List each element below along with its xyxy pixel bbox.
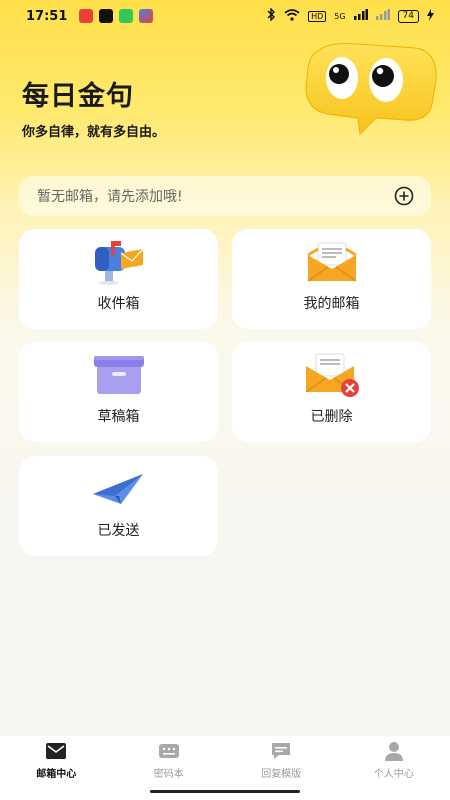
envelope-delete-icon (304, 350, 360, 398)
status-notification-icons (79, 9, 154, 23)
app-notification-icon (79, 9, 94, 23)
tab-profile[interactable]: 个人中心 (338, 736, 450, 784)
card-label: 已删除 (310, 409, 353, 425)
add-mailbox-bar[interactable]: 暂无邮箱，请先添加哦! (19, 176, 431, 216)
charging-icon (427, 8, 434, 24)
battery-indicator: 74 (397, 9, 419, 23)
drafts-card[interactable]: 草稿箱 (19, 342, 218, 442)
deleted-card[interactable]: 已删除 (232, 342, 431, 442)
tab-reply-template[interactable]: 回复模版 (225, 736, 338, 784)
card-label: 已发送 (97, 523, 140, 539)
status-system-icons: HD 5G 74 (267, 7, 434, 24)
paper-plane-icon (91, 464, 147, 512)
app-notification-icon (119, 9, 134, 23)
cell-signal-icon (353, 9, 368, 23)
reply-template-icon (272, 742, 291, 759)
wifi-icon (284, 8, 300, 24)
password-book-icon (158, 743, 179, 758)
status-time: 17:51 (26, 8, 68, 24)
bottom-tab-bar: 邮箱中心 密码本 回复模版 个人中心 (0, 736, 450, 784)
tab-label: 邮箱中心 (36, 768, 77, 780)
tab-label: 个人中心 (373, 768, 414, 780)
mailbox-icon (91, 237, 147, 285)
envelope-letter-icon (304, 237, 360, 285)
app-notification-icon (139, 9, 154, 23)
card-label: 草稿箱 (97, 409, 140, 425)
hd-badge: HD (308, 10, 327, 22)
tab-mail-center[interactable]: 邮箱中心 (0, 736, 113, 784)
signal-5g-label: 5G (334, 11, 346, 21)
bluetooth-icon (267, 7, 276, 24)
card-label: 收件箱 (97, 296, 140, 312)
archive-box-icon (91, 350, 147, 398)
add-circle-icon[interactable] (393, 185, 415, 207)
inbox-card[interactable]: 收件箱 (19, 229, 218, 329)
page-subtitle: 你多自律，就有多自由。 (22, 125, 166, 140)
status-bar: 17:51 HD 5G 74 (0, 0, 450, 32)
my-mailbox-card[interactable]: 我的邮箱 (232, 229, 431, 329)
profile-icon (384, 741, 403, 761)
tab-label: 回复模版 (261, 768, 302, 780)
system-nav-area (0, 784, 450, 800)
sent-card[interactable]: 已发送 (19, 456, 218, 556)
mail-center-icon (46, 742, 67, 759)
app-notification-icon (99, 9, 114, 23)
card-label: 我的邮箱 (303, 296, 360, 312)
header: 每日金句 你多自律，就有多自由。 (22, 74, 165, 140)
speech-bubble-mascot-icon (298, 40, 443, 140)
home-indicator[interactable] (150, 790, 300, 793)
cell-signal-2-icon (375, 9, 390, 23)
tab-label: 密码本 (153, 768, 184, 780)
empty-mailbox-notice: 暂无邮箱，请先添加哦! (37, 189, 183, 205)
page-title: 每日金句 (22, 81, 134, 112)
tab-password-book[interactable]: 密码本 (113, 736, 226, 784)
